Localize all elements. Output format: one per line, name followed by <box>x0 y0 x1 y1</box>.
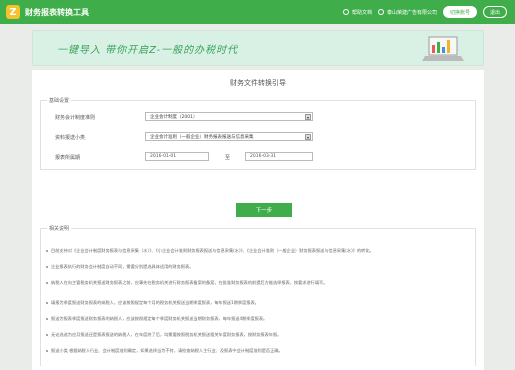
chevron-down-icon: ▾ <box>305 114 311 120</box>
bullet-icon <box>46 318 48 320</box>
list-item: 企业报表执行的财务会计制度自动不同，需要分别提选具体适用的财务报表。 <box>46 264 193 270</box>
banner-text: 一键导入 带你开启Z-一般的办税时代 <box>57 45 239 56</box>
notes-label: 相关说明 <box>47 225 72 232</box>
bullet-icon <box>46 302 48 304</box>
main-panel: 财务文件转换引导 基础设置 财务会计制度准则 企业会计制度（2001） ▾ 资料… <box>32 70 484 370</box>
note-text: 目前支持对《企业会计制度财务报表与信息采集（水）》、《小企业会计准则财务报表报送… <box>51 248 374 253</box>
switch-account-button[interactable]: 切换账号 <box>442 6 477 18</box>
page-title: 财务文件转换引导 <box>230 79 286 87</box>
bullet-icon <box>46 350 48 352</box>
list-item: 填报为季度报送财务报表的纳税人，应该按照规定每个月的税务机关报送当期季度报表，每… <box>46 300 259 306</box>
help-icon <box>342 9 349 15</box>
promo-banner: 一键导入 带你开启Z-一般的办税时代 <box>32 30 484 66</box>
exit-button[interactable]: 退出 <box>482 6 507 18</box>
title-bar: Z 财务报表转换工具 帮助文档 泰山荣建广告有限公司 切换账号 退出 <box>0 0 515 24</box>
user-icon <box>377 9 384 15</box>
list-item: 目前支持对《企业会计制度财务报表与信息采集（水）》、《小企业会计准则财务报表报送… <box>46 248 374 254</box>
basic-settings-section: 基础设置 财务会计制度准则 企业会计制度（2001） ▾ 资料报送小类 企业会计… <box>40 97 476 170</box>
next-step-button[interactable]: 下一步 <box>236 203 292 217</box>
app-title: 财务报表转换工具 <box>25 7 89 17</box>
standard-row-label: 财务会计制度准则 <box>55 115 96 121</box>
note-text: 纳税人在向主管税务机关报送财务报表之前，应事先在税务机关进行财务报表备案的备案，… <box>51 280 328 285</box>
list-item: 报送为报表季度报送财务报表的纳税人，应该按照规定每个季度财务机关报送当期财务报表… <box>46 316 267 322</box>
date-from-input[interactable]: 2016-01-01 <box>145 152 209 161</box>
chevron-down-icon: ▾ <box>305 134 311 140</box>
user-link-label: 泰山荣建广告有限公司 <box>386 9 437 16</box>
bullet-icon <box>46 250 48 252</box>
date-separator: 至 <box>225 155 231 161</box>
note-text: 报送小类 根据纳税人行业、会计制度准则确定，如果选择当为不符，请检查纳税人主行业… <box>51 348 283 353</box>
app-logo: Z <box>6 5 20 19</box>
report-type-select[interactable]: 企业会计准则（一般企业）财务报表报送与信息采集 ▾ <box>145 132 313 141</box>
help-link[interactable]: 帮助文档 <box>342 9 372 16</box>
date-to-input[interactable]: 2016-03-31 <box>245 152 313 161</box>
type-row-label: 资料报送小类 <box>55 135 86 141</box>
help-link-label: 帮助文档 <box>351 9 372 16</box>
bullet-icon <box>46 334 48 336</box>
note-text: 报送为报表季度报送财务报表的纳税人，应该按照规定每个季度财务机关报送当期财务报表… <box>51 316 268 321</box>
basic-settings-label: 基础设置 <box>47 97 72 104</box>
note-text: 企业报表执行的财务会计制度自动不同，需要分别提选具体适用的财务报表。 <box>51 264 194 269</box>
report-type-value: 企业会计准则（一般企业）财务报表报送与信息采集 <box>150 134 254 140</box>
accounting-standard-select[interactable]: 企业会计制度（2001） ▾ <box>145 112 313 121</box>
list-item: 报送小类 根据纳税人行业、会计制度准则确定，如果选择当为不符，请检查纳税人主行业… <box>46 348 283 354</box>
laptop-illustration-icon <box>422 36 464 61</box>
bullet-icon <box>46 266 48 268</box>
period-row-label: 报表所属期 <box>55 155 81 161</box>
note-text: 填报为季度报送财务报表的纳税人，应该按照规定每个月的税务机关报送当期季度报表，每… <box>51 300 259 305</box>
bullet-icon <box>46 282 48 284</box>
note-text: 无论选选为应月报送还是报表报送的纳税人，在年度终了后，均需要按照税务机关报送相关… <box>51 332 282 337</box>
accounting-standard-value: 企业会计制度（2001） <box>150 114 198 120</box>
list-item: 无论选选为应月报送还是报表报送的纳税人，在年度终了后，均需要按照税务机关报送相关… <box>46 332 281 338</box>
list-item: 纳税人在向主管税务机关报送财务报表之前，应事先在税务机关进行财务报表备案的备案，… <box>46 280 327 286</box>
top-right-controls: 帮助文档 泰山荣建广告有限公司 切换账号 退出 <box>342 0 507 24</box>
user-link[interactable]: 泰山荣建广告有限公司 <box>377 9 437 16</box>
